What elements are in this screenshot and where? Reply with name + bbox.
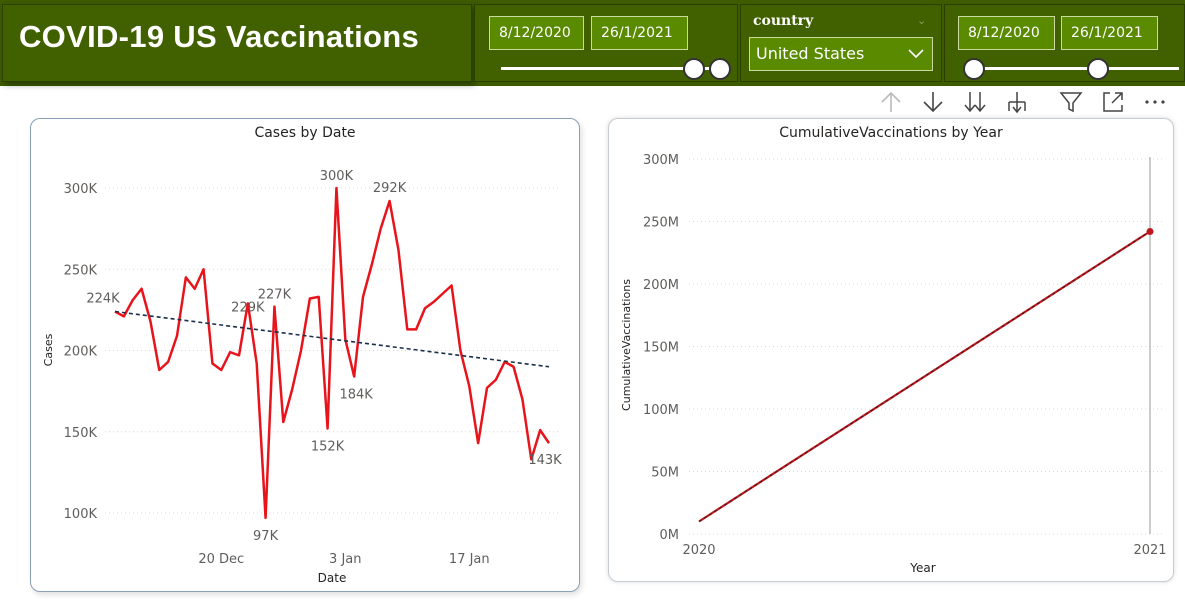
cases-data-label: 143K: [528, 453, 562, 468]
range-end-handle-left[interactable]: [709, 58, 731, 80]
chevron-down-icon[interactable]: ⌄: [917, 14, 926, 27]
cases-data-label: 292K: [373, 181, 407, 196]
cases-by-date-card[interactable]: Cases by Date 300K 250K 200K 150K 100K 20 De…: [30, 118, 580, 592]
end-date-input-left[interactable]: 26/1/2021: [591, 16, 688, 50]
cases-y-tick: 100K: [64, 507, 98, 522]
vacc-y-axis-label: CumulativeVaccinations: [620, 279, 633, 411]
cases-y-tick: 250K: [64, 263, 98, 278]
double-arrow-down-icon[interactable]: [962, 89, 988, 115]
cases-series-line: [114, 186, 551, 520]
vacc-x-axis-label: Year: [909, 561, 935, 575]
cases-data-label: 224K: [86, 292, 120, 307]
cases-data-label: 184K: [339, 388, 373, 403]
arrow-up-icon[interactable]: [878, 89, 904, 115]
cases-line-chart: 300K 250K 200K 150K 100K 20 Dec 3 Jan 17 Jan 2…: [42, 169, 562, 585]
vacc-y-tick: 150M: [643, 341, 679, 356]
filter-icon[interactable]: [1058, 89, 1084, 115]
range-start-handle-right[interactable]: [963, 58, 985, 80]
report-title: COVID-19 US Vaccinations: [19, 19, 419, 54]
focus-mode-icon[interactable]: [1100, 89, 1126, 115]
dropdown-chevron-icon: [908, 49, 924, 59]
cases-y-tick: 150K: [64, 426, 98, 441]
report-page: COVID-19 US Vaccinations 8/12/2020 26/1/…: [0, 0, 1185, 606]
country-slicer-label: country: [753, 13, 814, 29]
visual-header: [874, 86, 1174, 118]
vaccinations-line-chart: 300M250M200M150M100M50M0M 2020 2021 Year …: [620, 153, 1167, 575]
cases-data-label: 229K: [231, 300, 265, 315]
vacc-y-tick: 300M: [643, 153, 679, 168]
cases-y-tick: 300K: [64, 182, 98, 197]
vacc-y-tick: 50M: [651, 466, 679, 481]
date-slicer-left: 8/12/2020 26/1/2021: [474, 4, 738, 82]
expand-hierarchy-icon[interactable]: [1004, 89, 1030, 115]
country-slicer: country ⌄ United States: [740, 4, 942, 82]
date-range-track-right[interactable]: [967, 67, 1179, 70]
cases-data-label: 227K: [258, 288, 292, 303]
start-date-input-right[interactable]: 8/12/2020: [958, 16, 1055, 50]
vacc-y-tick: 250M: [643, 216, 679, 231]
cases-y-tick: 200K: [64, 345, 98, 360]
start-date-input-left[interactable]: 8/12/2020: [489, 16, 584, 50]
cases-x-tick: 3 Jan: [329, 552, 361, 567]
country-selected-value: United States: [756, 44, 865, 63]
cases-x-tick: 20 Dec: [198, 552, 244, 567]
vacc-y-tick: 200M: [643, 278, 679, 293]
cases-y-axis-label: Cases: [42, 333, 55, 366]
cases-x-tick: 17 Jan: [449, 552, 490, 567]
vacc-x-tick: 2020: [682, 543, 715, 558]
vacc-y-tick: 0M: [660, 528, 680, 543]
date-slicer-right: 8/12/2020 26/1/2021: [944, 4, 1185, 82]
cases-x-axis-label: Date: [318, 571, 347, 585]
country-dropdown[interactable]: United States: [749, 37, 933, 71]
title-banner: COVID-19 US Vaccinations: [2, 4, 472, 82]
cases-data-label: 300K: [320, 169, 354, 184]
vacc-y-tick: 100M: [643, 403, 679, 418]
range-end-handle-right[interactable]: [1087, 58, 1109, 80]
more-options-icon[interactable]: [1142, 89, 1168, 115]
cases-data-label: 152K: [311, 440, 345, 455]
vacc-data-point-2021[interactable]: [1146, 228, 1154, 235]
vacc-x-tick: 2021: [1133, 543, 1166, 558]
end-date-input-right[interactable]: 26/1/2021: [1061, 16, 1158, 50]
range-start-handle-left[interactable]: [683, 58, 705, 80]
arrow-down-icon[interactable]: [920, 89, 946, 115]
cases-data-label: 97K: [253, 529, 279, 544]
vaccinations-by-year-card[interactable]: CumulativeVaccinations by Year 300M 250M 2…: [608, 118, 1174, 582]
